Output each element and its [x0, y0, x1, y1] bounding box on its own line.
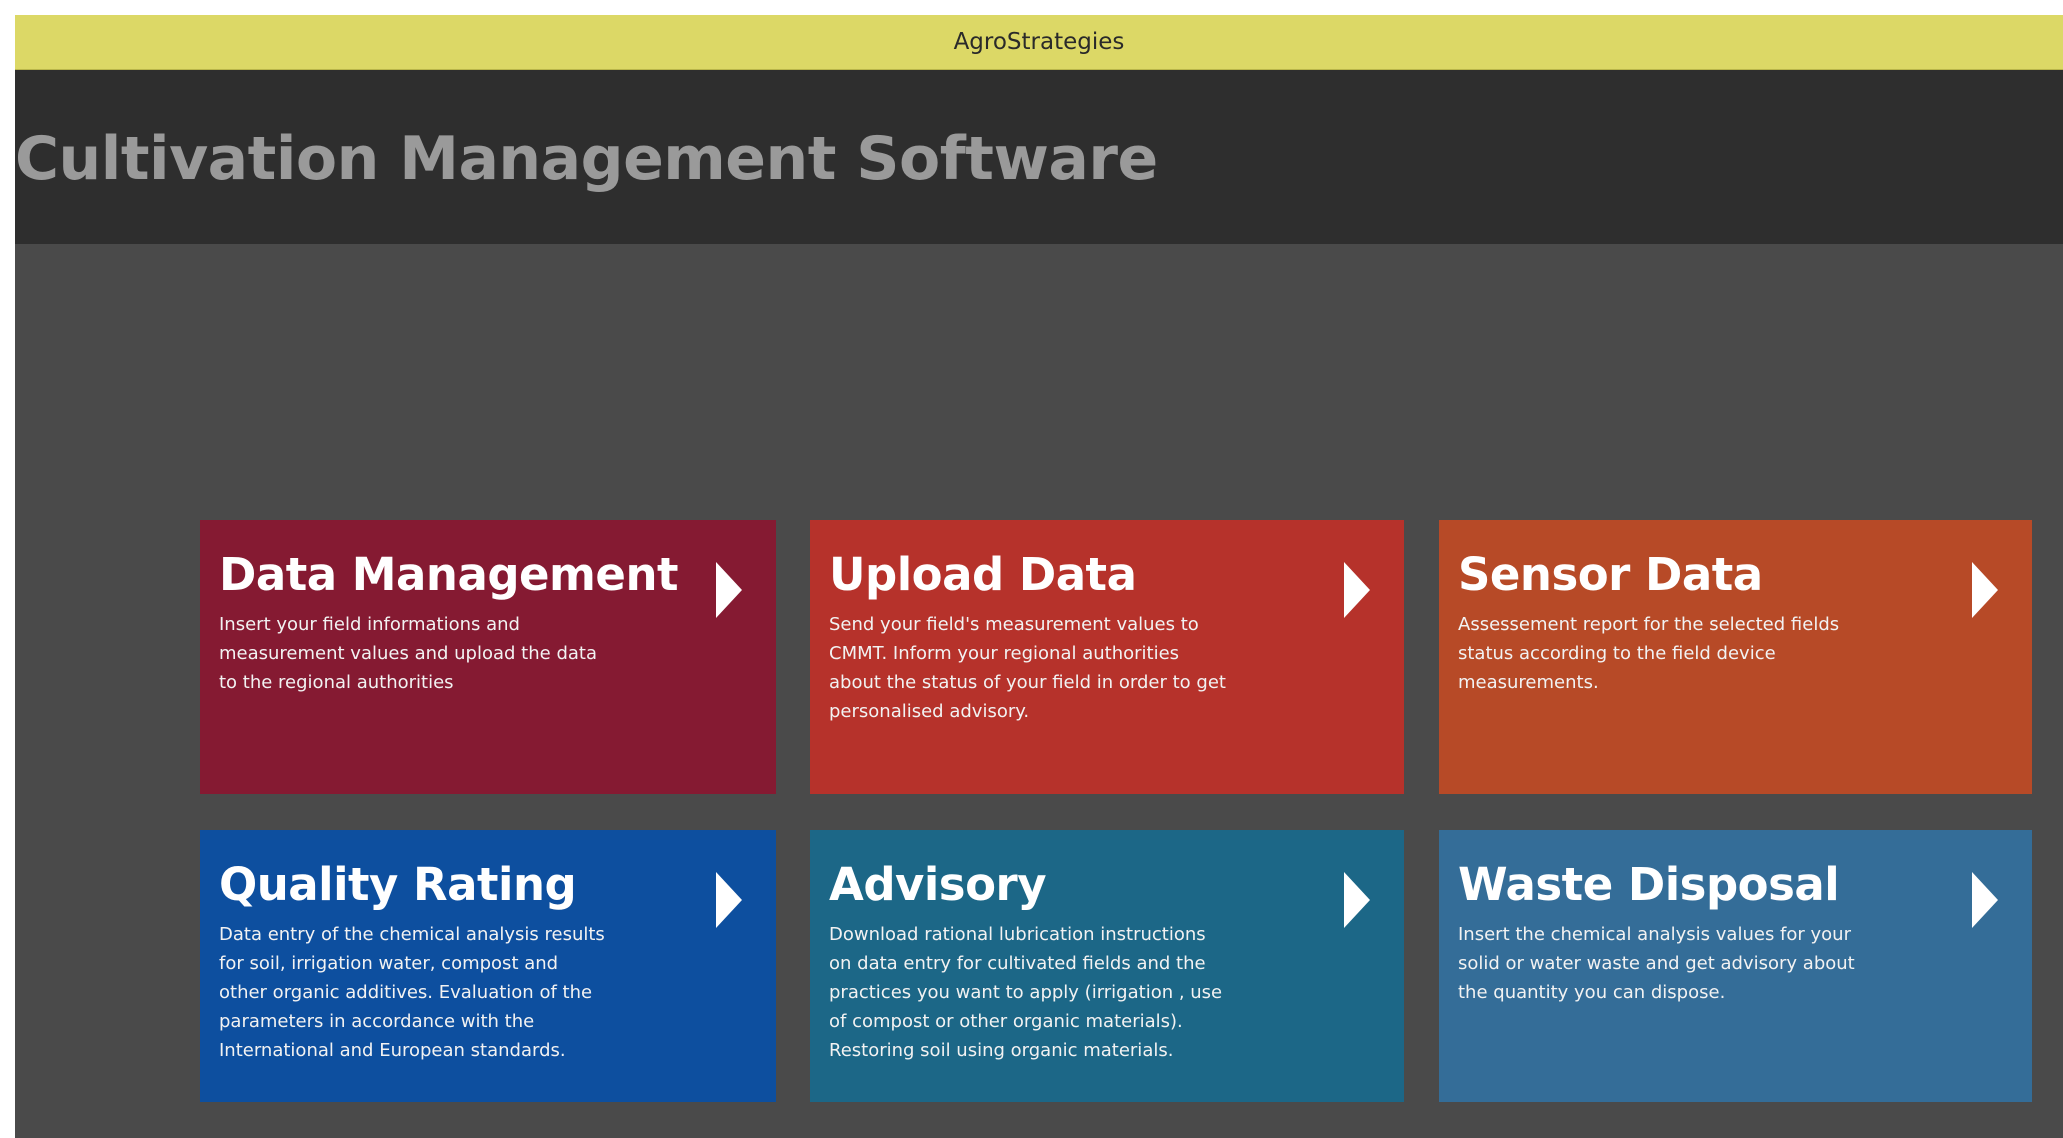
- chevron-right-icon[interactable]: [716, 872, 742, 928]
- tile-sensor-data[interactable]: Sensor Data Assessement report for the s…: [1439, 520, 2032, 794]
- tile-title: Quality Rating: [219, 858, 577, 911]
- tile-title: Upload Data: [829, 548, 1137, 601]
- tile-data-management[interactable]: Data Management Insert your field inform…: [200, 520, 776, 794]
- tile-upload-data[interactable]: Upload Data Send your field's measuremen…: [810, 520, 1404, 794]
- tile-description: Assessement report for the selected fiel…: [1458, 614, 1840, 693]
- tile-description: Download rational lubrication instructio…: [829, 924, 1223, 1061]
- app-window: AgroStrategies Cultivation Management So…: [15, 15, 2063, 1138]
- tile-title: Sensor Data: [1458, 548, 1763, 601]
- tile-advisory[interactable]: Advisory Download rational lubrication i…: [810, 830, 1404, 1102]
- header: Cultivation Management Software: [15, 70, 2063, 244]
- tile-description: Insert your field informations and measu…: [219, 614, 597, 693]
- tile-title: Data Management: [219, 548, 679, 601]
- chevron-right-icon[interactable]: [1344, 562, 1370, 618]
- page-title: Cultivation Management Software: [15, 124, 1158, 194]
- chevron-right-icon[interactable]: [1344, 872, 1370, 928]
- tile-description: Data entry of the chemical analysis resu…: [219, 924, 605, 1061]
- title-bar: AgroStrategies: [15, 15, 2063, 70]
- chevron-right-icon[interactable]: [1972, 872, 1998, 928]
- tile-waste-disposal[interactable]: Waste Disposal Insert the chemical analy…: [1439, 830, 2032, 1102]
- tile-description: Insert the chemical analysis values for …: [1458, 924, 1855, 1003]
- chevron-right-icon[interactable]: [1972, 562, 1998, 618]
- window-title: AgroStrategies: [953, 29, 1125, 55]
- tile-quality-rating[interactable]: Quality Rating Data entry of the chemica…: [200, 830, 776, 1102]
- chevron-right-icon[interactable]: [716, 562, 742, 618]
- tile-title: Advisory: [829, 858, 1047, 911]
- tile-description: Send your field's measurement values to …: [829, 614, 1226, 722]
- tile-title: Waste Disposal: [1458, 858, 1840, 911]
